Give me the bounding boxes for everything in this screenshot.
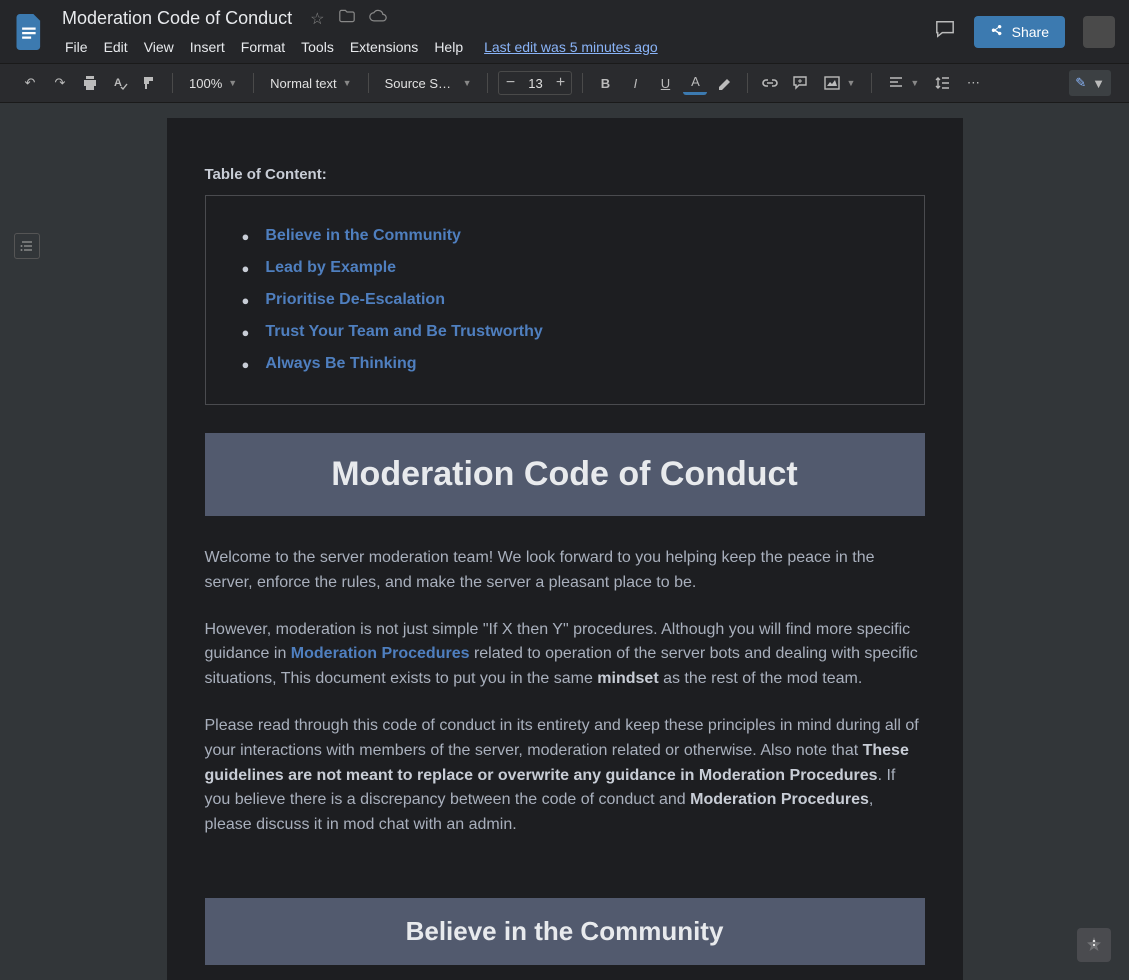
title-area: Moderation Code of Conduct ☆ File Edit V… [50, 0, 920, 63]
comment-add-icon[interactable] [788, 71, 812, 95]
toc-link[interactable]: Prioritise De-Escalation [265, 291, 445, 309]
link-icon[interactable] [758, 71, 782, 95]
zoom-dropdown[interactable]: 100%▼ [183, 71, 243, 95]
menu-view[interactable]: View [137, 35, 181, 59]
account-avatar[interactable] [1083, 16, 1115, 48]
last-edit-link[interactable]: Last edit was 5 minutes ago [484, 39, 658, 55]
toc-box: ●Believe in the Community ●Lead by Examp… [205, 195, 925, 405]
toolbar: ↶ ↷ A 100%▼ Normal text▼ Source San…▼ − … [0, 63, 1129, 103]
paragraph: Please read through this code of conduct… [205, 714, 925, 838]
app-logo[interactable] [10, 0, 50, 63]
share-label: Share [1012, 24, 1049, 40]
body-text: Welcome to the server moderation team! W… [205, 546, 925, 838]
font-size-input[interactable] [521, 76, 549, 91]
toc-item: ●Lead by Example [242, 252, 888, 284]
move-icon[interactable] [339, 9, 355, 29]
document-page[interactable]: Table of Content: ●Believe in the Commun… [167, 118, 963, 980]
font-size: − + [498, 71, 572, 95]
toc-link[interactable]: Always Be Thinking [265, 355, 416, 373]
document-area[interactable]: Table of Content: ●Believe in the Commun… [0, 103, 1129, 980]
line-spacing-icon[interactable] [931, 71, 955, 95]
document-title[interactable]: Moderation Code of Conduct [58, 6, 296, 31]
highlight-icon[interactable] [713, 71, 737, 95]
outline-toggle-icon[interactable] [14, 233, 40, 259]
toc-title: Table of Content: [205, 166, 925, 183]
comments-icon[interactable] [934, 19, 956, 45]
font-dropdown[interactable]: Source San…▼ [379, 71, 478, 95]
toc-link[interactable]: Trust Your Team and Be Trustworthy [265, 323, 542, 341]
style-dropdown[interactable]: Normal text▼ [264, 71, 357, 95]
menu-edit[interactable]: Edit [97, 35, 135, 59]
pencil-icon: ✎ [1075, 75, 1086, 91]
explore-fab[interactable] [1077, 928, 1111, 962]
star-icon[interactable]: ☆ [310, 9, 324, 29]
menu-help[interactable]: Help [427, 35, 470, 59]
toc-link[interactable]: Lead by Example [265, 259, 396, 277]
paragraph: However, moderation is not just simple "… [205, 618, 925, 692]
paragraph: Welcome to the server moderation team! W… [205, 546, 925, 596]
font-size-increase[interactable]: + [549, 74, 571, 92]
text-color-icon[interactable]: A [683, 71, 707, 95]
menu-insert[interactable]: Insert [183, 35, 232, 59]
inline-link[interactable]: Moderation Procedures [291, 645, 470, 662]
toc-item: ●Always Be Thinking [242, 348, 888, 380]
underline-icon[interactable]: U [653, 71, 677, 95]
font-size-decrease[interactable]: − [499, 74, 521, 92]
section-banner: Believe in the Community [205, 898, 925, 965]
image-insert-dropdown[interactable]: ▼ [818, 71, 861, 95]
menu-file[interactable]: File [58, 35, 95, 59]
main-title-banner: Moderation Code of Conduct [205, 433, 925, 516]
bold-icon[interactable]: B [593, 71, 617, 95]
print-icon[interactable] [78, 71, 102, 95]
redo-icon[interactable]: ↷ [48, 71, 72, 95]
align-dropdown[interactable]: ▼ [882, 71, 925, 95]
share-button[interactable]: Share [974, 16, 1065, 48]
italic-icon[interactable]: I [623, 71, 647, 95]
menu-bar: File Edit View Insert Format Tools Exten… [58, 35, 920, 59]
editing-mode-dropdown[interactable]: ✎ ▼ [1069, 70, 1111, 96]
toc-link[interactable]: Believe in the Community [265, 227, 461, 245]
header-bar: Moderation Code of Conduct ☆ File Edit V… [0, 0, 1129, 63]
undo-icon[interactable]: ↶ [18, 71, 42, 95]
toc-item: ●Trust Your Team and Be Trustworthy [242, 316, 888, 348]
menu-extensions[interactable]: Extensions [343, 35, 425, 59]
more-icon[interactable]: ⋯ [961, 71, 985, 95]
spellcheck-icon[interactable]: A [108, 71, 132, 95]
cloud-status-icon[interactable] [369, 9, 387, 29]
toc-item: ●Prioritise De-Escalation [242, 284, 888, 316]
menu-format[interactable]: Format [234, 35, 292, 59]
toc-item: ●Believe in the Community [242, 220, 888, 252]
menu-tools[interactable]: Tools [294, 35, 341, 59]
paint-format-icon[interactable] [138, 71, 162, 95]
